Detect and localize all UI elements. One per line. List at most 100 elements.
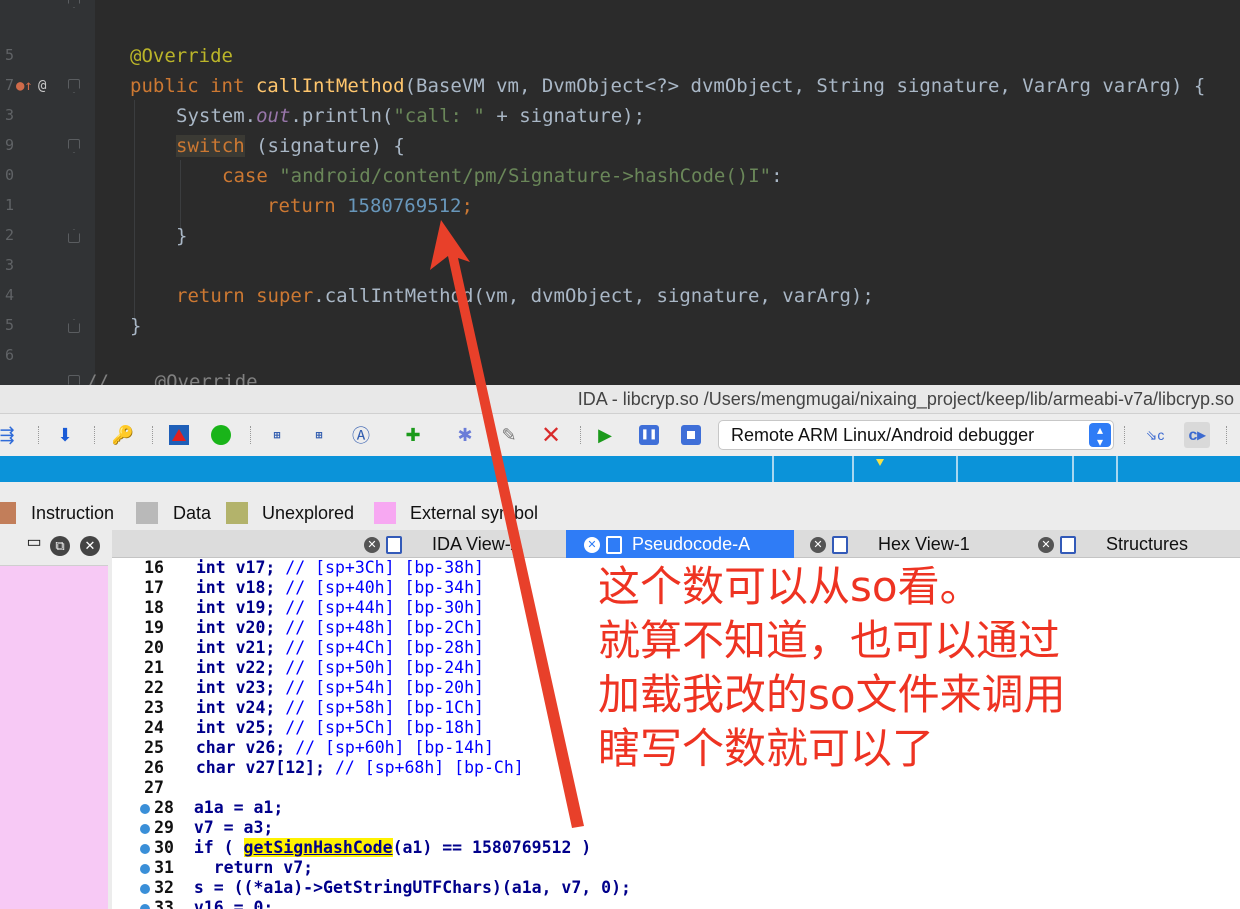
- debugger-select[interactable]: Remote ARM Linux/Android debugger ▴ ▾: [718, 420, 1114, 450]
- breakpoint-dot-icon[interactable]: [114, 878, 152, 898]
- legend-external-symbol: External symbol: [410, 503, 539, 523]
- down-arrow-icon[interactable]: ⬇: [52, 422, 78, 448]
- legend-swatch: [136, 502, 158, 524]
- code-line-switch: switch (signature) {: [176, 135, 405, 157]
- code-line-override: @Override: [130, 45, 233, 67]
- ascii-plus-icon[interactable]: Ⓐ: [348, 422, 374, 448]
- pseudocode-line: 23 int v24; // [sp+58h] [bp-1Ch]: [144, 698, 484, 717]
- line-number: 5: [4, 316, 14, 334]
- fold-marker-icon[interactable]: [68, 319, 80, 333]
- legend-data: Data: [173, 503, 212, 523]
- pseudocode-line: 16 int v17; // [sp+3Ch] [bp-38h]: [144, 558, 484, 577]
- editor-gutter: 5 7 3 9 0 1 2 3 4 5 6 ●↑ @: [0, 0, 95, 385]
- pseudocode-line: 17 int v18; // [sp+40h] [bp-34h]: [144, 578, 484, 597]
- struct-plus-icon[interactable]: ✚: [400, 422, 426, 448]
- line-number: 7: [4, 76, 14, 94]
- toolbar-separator: [580, 426, 582, 444]
- window-restore-icon[interactable]: ⧉: [50, 536, 70, 556]
- window-minimize-icon[interactable]: ▭: [24, 533, 44, 553]
- pseudocode-line: 25 char v26; // [sp+60h] [bp-14h]: [144, 738, 494, 757]
- navigation-band[interactable]: [0, 456, 1240, 482]
- data-plus-icon[interactable]: ⊞: [306, 422, 332, 448]
- breakpoint-dot-icon[interactable]: [114, 818, 152, 838]
- code-line-method-signature: public int callIntMethod(BaseVM vm, DvmO…: [130, 75, 1206, 97]
- breakpoint-dot-icon[interactable]: [114, 858, 152, 878]
- annotation-line: 就算不知道，也可以通过: [598, 616, 1061, 665]
- pseudocode-line: 33 v16 = 0;: [112, 898, 273, 909]
- close-icon[interactable]: ✕: [364, 537, 380, 554]
- breakpoint-dot-icon[interactable]: [114, 798, 152, 818]
- pseudocode-line: 32 s = ((*a1a)->GetStringUTFChars)(a1a, …: [112, 878, 631, 898]
- code-line-close-brace: }: [130, 315, 142, 337]
- functions-list[interactable]: [0, 566, 108, 909]
- line-number: 4: [4, 286, 14, 304]
- warning-icon[interactable]: [166, 422, 192, 448]
- indent-guide: [134, 100, 135, 320]
- nav-segment-divider: [1072, 456, 1074, 482]
- fold-marker-icon[interactable]: [68, 79, 80, 93]
- fold-marker-icon[interactable]: [68, 229, 80, 243]
- line-number: 2: [4, 226, 14, 244]
- breakpoint-dot-icon[interactable]: [114, 838, 152, 858]
- nav-pointer-icon: [876, 459, 884, 466]
- nav-segment-divider: [852, 456, 854, 482]
- line-number: 3: [4, 256, 14, 274]
- legend-swatch: [0, 502, 16, 524]
- tab-pseudocode-a[interactable]: ✕ Pseudocode-A: [566, 530, 794, 558]
- green-dot-icon[interactable]: [208, 422, 234, 448]
- pseudocode-line: 20 int v21; // [sp+4Ch] [bp-28h]: [144, 638, 484, 657]
- hex-icon: [832, 536, 848, 555]
- toolbar-separator: [94, 426, 96, 444]
- window-close-icon[interactable]: ✕: [80, 536, 100, 556]
- close-icon[interactable]: ✕: [810, 537, 826, 554]
- pseudocode-line: 24 int v25; // [sp+5Ch] [bp-18h]: [144, 718, 484, 737]
- toolbar-separator: [1226, 426, 1228, 444]
- edit-icon[interactable]: ✎: [496, 422, 522, 448]
- toolbar-separator: [250, 426, 252, 444]
- play-icon[interactable]: ▶: [592, 422, 618, 448]
- class-hierarchy-icon[interactable]: ⇘c: [1142, 422, 1168, 448]
- tab-hex-view-1[interactable]: ✕ Hex View-1: [794, 530, 1020, 558]
- line-number: 0: [4, 166, 14, 184]
- color-legend: Instruction Data Unexplored External sym…: [0, 500, 1240, 526]
- functions-panel[interactable]: ▭ ⧉ ✕: [0, 530, 108, 909]
- annotation-at-icon[interactable]: @: [38, 76, 46, 96]
- fold-marker-icon[interactable]: [68, 375, 80, 385]
- functions-panel-header: ▭ ⧉ ✕: [0, 530, 108, 566]
- close-icon[interactable]: ✕: [1038, 537, 1054, 554]
- toolbar-separator: [38, 426, 40, 444]
- toolbar-separator: [1124, 426, 1126, 444]
- script-icon[interactable]: ⇶: [0, 422, 20, 448]
- fold-marker-icon[interactable]: [68, 139, 80, 153]
- pause-icon[interactable]: ❚❚: [636, 422, 662, 448]
- close-x-icon[interactable]: ✕: [538, 422, 564, 449]
- pseudocode-line: 31 return v7;: [112, 858, 313, 878]
- code-editor[interactable]: 5 7 3 9 0 1 2 3 4 5 6 ●↑ @ @Override pub…: [0, 0, 1240, 385]
- line-number: 9: [4, 136, 14, 154]
- pseudocode-line: 19 int v20; // [sp+48h] [bp-2Ch]: [144, 618, 484, 637]
- stop-icon[interactable]: [678, 422, 704, 448]
- ida-toolbar: ⇶ ⬇ 🔑 ⊞ ⊞ Ⓐ ✚ ✱ ✎ ✕ ▶ ❚❚ Remote ARM Linu…: [0, 414, 1240, 456]
- user-key-icon[interactable]: 🔑: [110, 422, 136, 448]
- line-number: 1: [4, 196, 14, 214]
- listing-icon: [606, 536, 622, 555]
- annotation-line: 瞎写个数就可以了: [598, 724, 935, 773]
- override-method-icon[interactable]: ●↑: [16, 76, 33, 96]
- line-number: 5: [4, 46, 14, 64]
- annotation-line: 加载我改的so文件来调用: [598, 670, 1066, 719]
- tab-ida-view-a[interactable]: ✕ IDA View-A: [356, 530, 566, 558]
- nav-segment-divider: [956, 456, 958, 482]
- pseudocode-line: 26 char v27[12]; // [sp+68h] [bp-Ch]: [144, 758, 524, 777]
- code-plus-icon[interactable]: ⊞: [264, 422, 290, 448]
- getsignhashcode-call[interactable]: getSignHashCode: [243, 838, 393, 857]
- class-view-icon[interactable]: c▸: [1184, 422, 1210, 448]
- fold-marker-icon[interactable]: [68, 0, 80, 8]
- code-line-return-super: return super.callIntMethod(vm, dvmObject…: [176, 285, 874, 307]
- breakpoint-dot-icon[interactable]: [114, 898, 152, 909]
- legend-instruction: Instruction: [31, 503, 115, 523]
- pseudocode-line: 27: [144, 778, 164, 797]
- line-number: 3: [4, 106, 14, 124]
- close-icon[interactable]: ✕: [584, 537, 600, 554]
- tab-structures[interactable]: ✕ Structures: [1020, 530, 1240, 558]
- star-plus-icon[interactable]: ✱: [452, 422, 478, 448]
